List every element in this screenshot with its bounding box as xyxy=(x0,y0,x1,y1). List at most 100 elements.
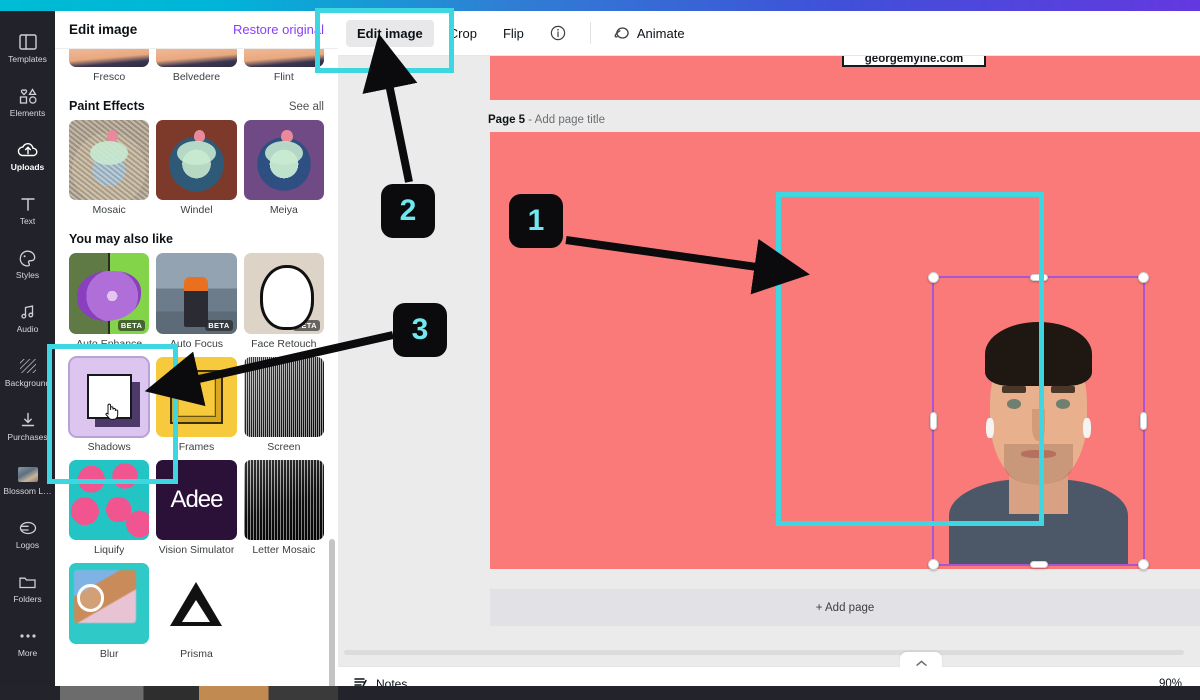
app-card-prisma[interactable]: Prisma xyxy=(156,563,237,660)
beta-badge: BETA xyxy=(292,319,320,331)
animate-icon xyxy=(614,25,631,42)
flip-button[interactable]: Flip xyxy=(492,20,535,47)
sidebar-item-folders[interactable]: Folders xyxy=(0,561,55,615)
portrait-photo xyxy=(932,276,1145,566)
app-label: Frames xyxy=(178,441,215,454)
app-label: Prisma xyxy=(180,647,213,660)
effect-card-mosaic[interactable]: Mosaic xyxy=(69,120,150,217)
filter-thumbnail xyxy=(243,49,324,67)
app-thumbnail: BETA xyxy=(243,253,324,334)
filter-label: Flint xyxy=(273,71,294,83)
filter-card[interactable]: Belvedere xyxy=(156,49,237,83)
app-card-auto-focus[interactable]: BETA Auto Focus xyxy=(156,253,237,350)
adee-wordmark: Adee xyxy=(170,486,223,514)
sidebar-item-label: Text xyxy=(19,217,36,226)
app-thumbnail xyxy=(156,356,237,438)
prisma-logo-icon xyxy=(170,581,223,626)
restore-original-button[interactable]: Restore original xyxy=(233,22,324,37)
app-label: Vision Simulator xyxy=(158,544,235,557)
app-card-shadows[interactable]: Shadows xyxy=(67,355,151,453)
paint-effects-header: Paint Effects See all xyxy=(55,99,338,113)
app-card-blur[interactable]: Blur xyxy=(69,563,150,660)
panel-scrollbar-track[interactable] xyxy=(328,49,337,700)
app-card-auto-enhance[interactable]: BETA Auto Enhance xyxy=(69,253,150,350)
panel-title: Edit image xyxy=(69,22,138,37)
background-icon xyxy=(17,356,39,376)
app-card-liquify[interactable]: Liquify xyxy=(69,460,150,556)
you-may-also-like-header: You may also like xyxy=(55,232,338,246)
filter-card[interactable]: Flint xyxy=(243,49,324,83)
page-label[interactable]: Page 5 - Add page title xyxy=(488,114,605,126)
filter-thumbnail xyxy=(156,49,237,67)
animate-button[interactable]: Animate xyxy=(603,19,696,48)
previous-page-canvas[interactable]: georgemylne.com xyxy=(490,56,1200,100)
page-title-placeholder[interactable]: - Add page title xyxy=(528,114,605,126)
design-canvas-workspace[interactable]: georgemylne.com Page 5 - Add page title xyxy=(338,56,1200,666)
app-label: Screen xyxy=(267,441,301,454)
panel-scroll-area[interactable]: Fresco Belvedere Flint Paint Effects See… xyxy=(55,49,338,700)
templates-icon xyxy=(17,32,39,52)
sidebar-item-blossom[interactable]: Blossom L… xyxy=(0,453,55,507)
collapse-panel-toggle[interactable] xyxy=(900,652,942,668)
sidebar-item-styles[interactable]: Styles xyxy=(0,237,55,291)
sidebar-item-text[interactable]: Text xyxy=(0,183,55,237)
sidebar-item-logos[interactable]: Logos xyxy=(0,507,55,561)
hand-cursor-icon xyxy=(104,402,120,421)
toolbar-divider xyxy=(589,22,591,44)
sidebar-item-purchases[interactable]: Purchases xyxy=(0,399,55,453)
elements-icon xyxy=(17,86,39,106)
app-label: Letter Mosaic xyxy=(252,544,316,557)
app-card-frames[interactable]: Frames xyxy=(156,356,237,454)
app-card-letter-mosaic[interactable]: Letter Mosaic xyxy=(243,460,324,557)
app-thumbnail: Adee xyxy=(156,460,237,541)
app-thumbnail xyxy=(243,356,324,438)
paint-effects-grid: Mosaic Windel Meiya xyxy=(55,120,338,216)
crop-button[interactable]: Crop xyxy=(438,20,488,47)
sidebar-item-audio[interactable]: Audio xyxy=(0,291,55,345)
filters-partial-row: Fresco Belvedere Flint xyxy=(55,49,338,83)
workspace-horizontal-scrollbar[interactable] xyxy=(344,650,1184,655)
app-card-face-retouch[interactable]: BETA Face Retouch xyxy=(243,253,324,350)
app-card-screen[interactable]: Screen xyxy=(243,356,324,454)
sidebar-item-elements[interactable]: Elements xyxy=(0,75,55,129)
effect-card-windel[interactable]: Windel xyxy=(156,120,237,216)
filter-label: Belvedere xyxy=(172,71,221,83)
sidebar-item-label: Background xyxy=(4,379,51,388)
app-card-vision-simulator[interactable]: Adee Vision Simulator xyxy=(156,460,237,557)
sidebar-item-more[interactable]: More xyxy=(0,615,55,669)
edit-image-button[interactable]: Edit image xyxy=(346,19,434,47)
section-title: You may also like xyxy=(69,232,173,247)
selected-image-element[interactable] xyxy=(932,276,1145,566)
sidebar-item-uploads[interactable]: Uploads xyxy=(0,129,55,183)
animate-label: Animate xyxy=(636,25,685,41)
effect-label: Mosaic xyxy=(92,204,126,217)
current-page-canvas[interactable] xyxy=(490,132,1200,615)
sidebar-item-label: More xyxy=(17,649,38,658)
app-label: Face Retouch xyxy=(251,337,317,350)
add-page-button[interactable]: + Add page xyxy=(490,589,1200,626)
effect-card-meiya[interactable]: Meiya xyxy=(243,120,324,216)
canva-image-editor-screen: Templates Elements Uploads Text Styles A… xyxy=(0,0,1200,700)
section-title: Paint Effects xyxy=(69,99,145,113)
uploads-icon xyxy=(17,140,39,160)
portrait-nose xyxy=(1032,409,1045,442)
app-thumbnail xyxy=(69,460,150,541)
app-thumbnail: BETA xyxy=(69,253,150,334)
frame-preview-shape xyxy=(169,369,224,424)
see-all-link-paint-effects[interactable]: See all xyxy=(289,101,324,113)
portrait-hair xyxy=(985,322,1092,387)
styles-icon xyxy=(17,248,39,268)
sidebar-item-templates[interactable]: Templates xyxy=(0,21,55,75)
filter-thumbnail xyxy=(69,49,150,67)
sidebar-item-label: Elements xyxy=(9,109,46,118)
image-toolbar: Edit image Crop Flip Animate xyxy=(338,11,1200,56)
sidebar-item-background[interactable]: Background xyxy=(0,345,55,399)
magnifier-icon xyxy=(77,584,105,612)
left-nav-rail: Templates Elements Uploads Text Styles A… xyxy=(0,11,55,700)
info-button[interactable] xyxy=(539,19,578,48)
folders-icon xyxy=(17,572,39,592)
beta-badge: BETA xyxy=(205,319,233,331)
filter-card[interactable]: Fresco xyxy=(69,49,150,83)
sidebar-item-label: Purchases xyxy=(7,433,48,442)
panel-scrollbar-thumb[interactable] xyxy=(329,539,335,700)
